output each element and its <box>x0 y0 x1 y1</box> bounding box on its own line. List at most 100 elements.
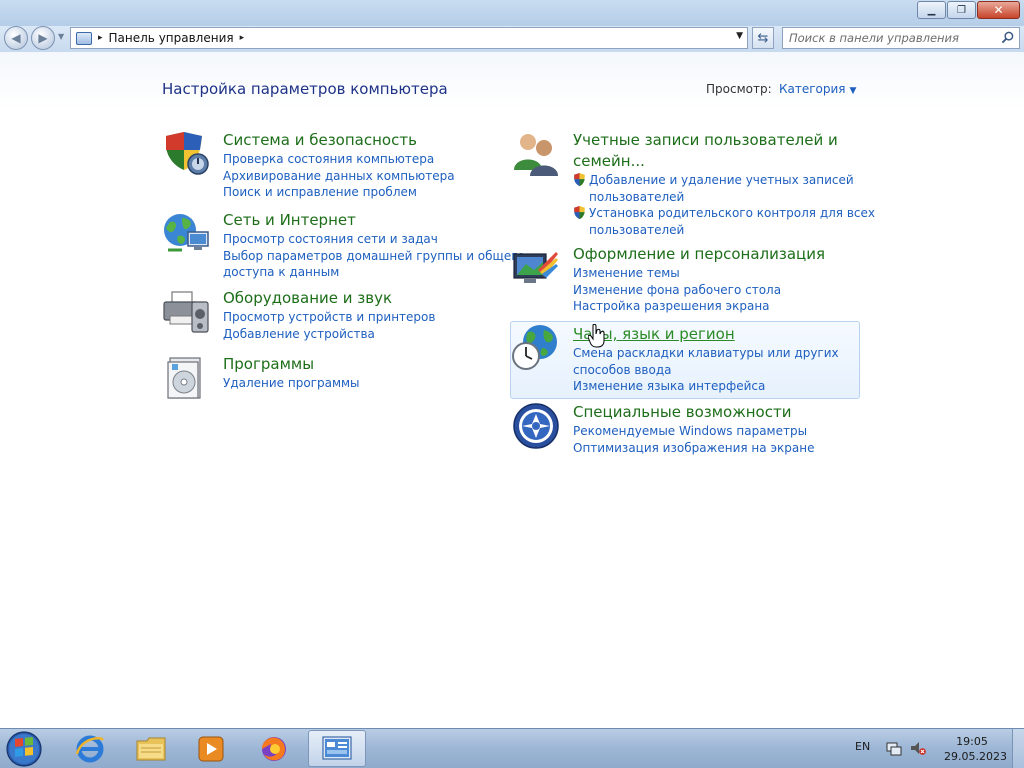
back-arrow-icon: ◀ <box>11 31 21 45</box>
start-orb-icon[interactable] <box>4 730 44 768</box>
shield-icon[interactable] <box>162 130 210 178</box>
navigation-bar: ◀ ▶ ▼ ▸ Панель управления ▸ ▼ ⇆ <box>0 26 1024 52</box>
window-titlebar: ▁ ❐ ✕ <box>0 0 1024 26</box>
link-change-keyboard[interactable]: Смена раскладки клавиатуры или других <box>573 345 839 362</box>
link-parental-controls-cont[interactable]: пользователей <box>573 222 875 239</box>
appearance-icon[interactable] <box>512 244 560 292</box>
clock-language-region-title[interactable]: Часы, язык и регион <box>573 324 839 345</box>
system-clock[interactable]: 19:05 29.05.2023 <box>944 734 1007 764</box>
link-recommended-settings[interactable]: Рекомендуемые Windows параметры <box>573 423 814 440</box>
window-controls: ▁ ❐ ✕ <box>917 1 1020 19</box>
address-bar[interactable]: ▸ Панель управления ▸ ▼ <box>70 27 748 49</box>
link-add-remove-accounts[interactable]: Добавление и удаление учетных записей <box>573 172 875 189</box>
minimize-button[interactable]: ▁ <box>917 1 946 19</box>
link-add-device[interactable]: Добавление устройства <box>223 326 435 343</box>
link-homegroup-cont[interactable]: доступа к данным <box>223 264 525 281</box>
link-troubleshoot[interactable]: Поиск и исправление проблем <box>223 184 455 201</box>
link-parental-controls-label[interactable]: Установка родительского контроля для все… <box>589 206 875 220</box>
refresh-icon: ⇆ <box>757 30 769 46</box>
page-title: Настройка параметров компьютера <box>162 80 448 98</box>
network-globe-icon[interactable] <box>162 210 210 258</box>
link-parental-controls-label-cont[interactable]: пользователей <box>589 223 684 237</box>
accessibility-icon[interactable] <box>512 402 560 450</box>
users-icon[interactable] <box>512 130 560 178</box>
uac-shield-icon <box>574 173 585 187</box>
category-body: Учетные записи пользователей и семейн...… <box>573 130 875 238</box>
link-add-remove-accounts-label[interactable]: Добавление и удаление учетных записей <box>589 173 854 187</box>
language-indicator[interactable]: EN <box>855 740 870 753</box>
category-body: Специальные возможности Рекомендуемые Wi… <box>573 402 814 456</box>
control-panel-content: Настройка параметров компьютера Просмотр… <box>0 52 1024 728</box>
maximize-button[interactable]: ❐ <box>947 1 976 19</box>
search-icon[interactable] <box>1001 31 1014 44</box>
breadcrumb-control-panel[interactable]: Панель управления <box>109 31 234 45</box>
clock-globe-icon[interactable] <box>512 324 560 372</box>
search-box[interactable] <box>782 27 1020 49</box>
user-accounts-title[interactable]: Учетные записи пользователей и <box>573 130 875 151</box>
programs-icon[interactable] <box>162 354 210 402</box>
forward-button[interactable]: ▶ <box>31 26 55 50</box>
taskbar: EN 19:05 29.05.2023 <box>0 728 1024 768</box>
refresh-button[interactable]: ⇆ <box>752 27 774 49</box>
link-add-remove-accounts-label-cont[interactable]: пользователей <box>589 190 684 204</box>
control-panel-icon <box>76 31 92 45</box>
category-body: Программы Удаление программы <box>223 354 360 392</box>
clock-time: 19:05 <box>956 735 988 748</box>
link-change-keyboard-cont[interactable]: способов ввода <box>573 362 839 379</box>
link-backup[interactable]: Архивирование данных компьютера <box>223 168 455 185</box>
breadcrumb-expand-icon[interactable]: ▸ <box>240 33 245 43</box>
view-by-value[interactable]: Категория <box>779 82 846 96</box>
uac-shield-icon <box>574 206 585 220</box>
hand-cursor-icon <box>588 324 605 348</box>
address-history-dropdown[interactable]: ▼ <box>736 31 743 41</box>
link-parental-controls[interactable]: Установка родительского контроля для все… <box>573 205 875 222</box>
ease-of-access-title[interactable]: Специальные возможности <box>573 402 814 423</box>
view-by-dropdown[interactable]: Категория ▼ <box>779 82 856 96</box>
internet-explorer-icon <box>75 735 105 762</box>
view-by-label: Просмотр: <box>706 82 772 96</box>
network-internet-title[interactable]: Сеть и Интернет <box>223 210 525 231</box>
taskbar-firefox[interactable] <box>248 730 300 767</box>
printer-icon[interactable] <box>162 288 210 336</box>
appearance-title[interactable]: Оформление и персонализация <box>573 244 825 265</box>
firefox-icon <box>262 736 286 761</box>
programs-title[interactable]: Программы <box>223 354 360 375</box>
user-accounts-title-cont[interactable]: семейн... <box>573 151 875 172</box>
link-desktop-background[interactable]: Изменение фона рабочего стола <box>573 282 825 299</box>
category-body: Система и безопасность Проверка состояни… <box>223 130 455 201</box>
forward-arrow-icon: ▶ <box>38 31 48 45</box>
category-body: Сеть и Интернет Просмотр состояния сети … <box>223 210 525 281</box>
category-body: Оформление и персонализация Изменение те… <box>573 244 825 315</box>
link-change-theme[interactable]: Изменение темы <box>573 265 825 282</box>
search-input[interactable] <box>789 31 999 45</box>
category-body: Часы, язык и регион Смена раскладки клав… <box>573 324 839 395</box>
media-player-icon <box>198 736 224 761</box>
taskbar-internet-explorer[interactable] <box>64 730 116 767</box>
category-body: Оборудование и звук Просмотр устройств и… <box>223 288 435 342</box>
taskbar-media-player[interactable] <box>185 730 237 767</box>
link-network-status[interactable]: Просмотр состояния сети и задач <box>223 231 525 248</box>
chevron-down-icon: ▼ <box>849 86 857 96</box>
link-add-remove-accounts-cont[interactable]: пользователей <box>573 189 875 206</box>
recent-pages-dropdown[interactable]: ▼ <box>58 32 64 41</box>
taskbar-control-panel[interactable] <box>308 730 366 767</box>
breadcrumb-separator-icon[interactable]: ▸ <box>98 33 103 43</box>
back-button[interactable]: ◀ <box>4 26 28 50</box>
network-icon[interactable] <box>886 740 902 756</box>
show-desktop-button[interactable] <box>1012 729 1024 768</box>
close-button[interactable]: ✕ <box>977 1 1020 19</box>
hardware-sound-title[interactable]: Оборудование и звук <box>223 288 435 309</box>
link-screen-resolution[interactable]: Настройка разрешения экрана <box>573 298 825 315</box>
volume-muted-icon[interactable] <box>910 740 926 756</box>
taskbar-windows-explorer[interactable] <box>125 730 177 767</box>
link-homegroup[interactable]: Выбор параметров домашней группы и общег… <box>223 248 525 265</box>
link-check-status[interactable]: Проверка состояния компьютера <box>223 151 455 168</box>
control-panel-icon <box>322 735 352 760</box>
link-display-language[interactable]: Изменение языка интерфейса <box>573 378 839 395</box>
folder-icon <box>136 737 166 760</box>
link-devices-printers[interactable]: Просмотр устройств и принтеров <box>223 309 435 326</box>
system-security-title[interactable]: Система и безопасность <box>223 130 455 151</box>
link-optimize-display[interactable]: Оптимизация изображения на экране <box>573 440 814 457</box>
clock-date: 29.05.2023 <box>944 750 1007 763</box>
link-uninstall-program[interactable]: Удаление программы <box>223 375 360 392</box>
